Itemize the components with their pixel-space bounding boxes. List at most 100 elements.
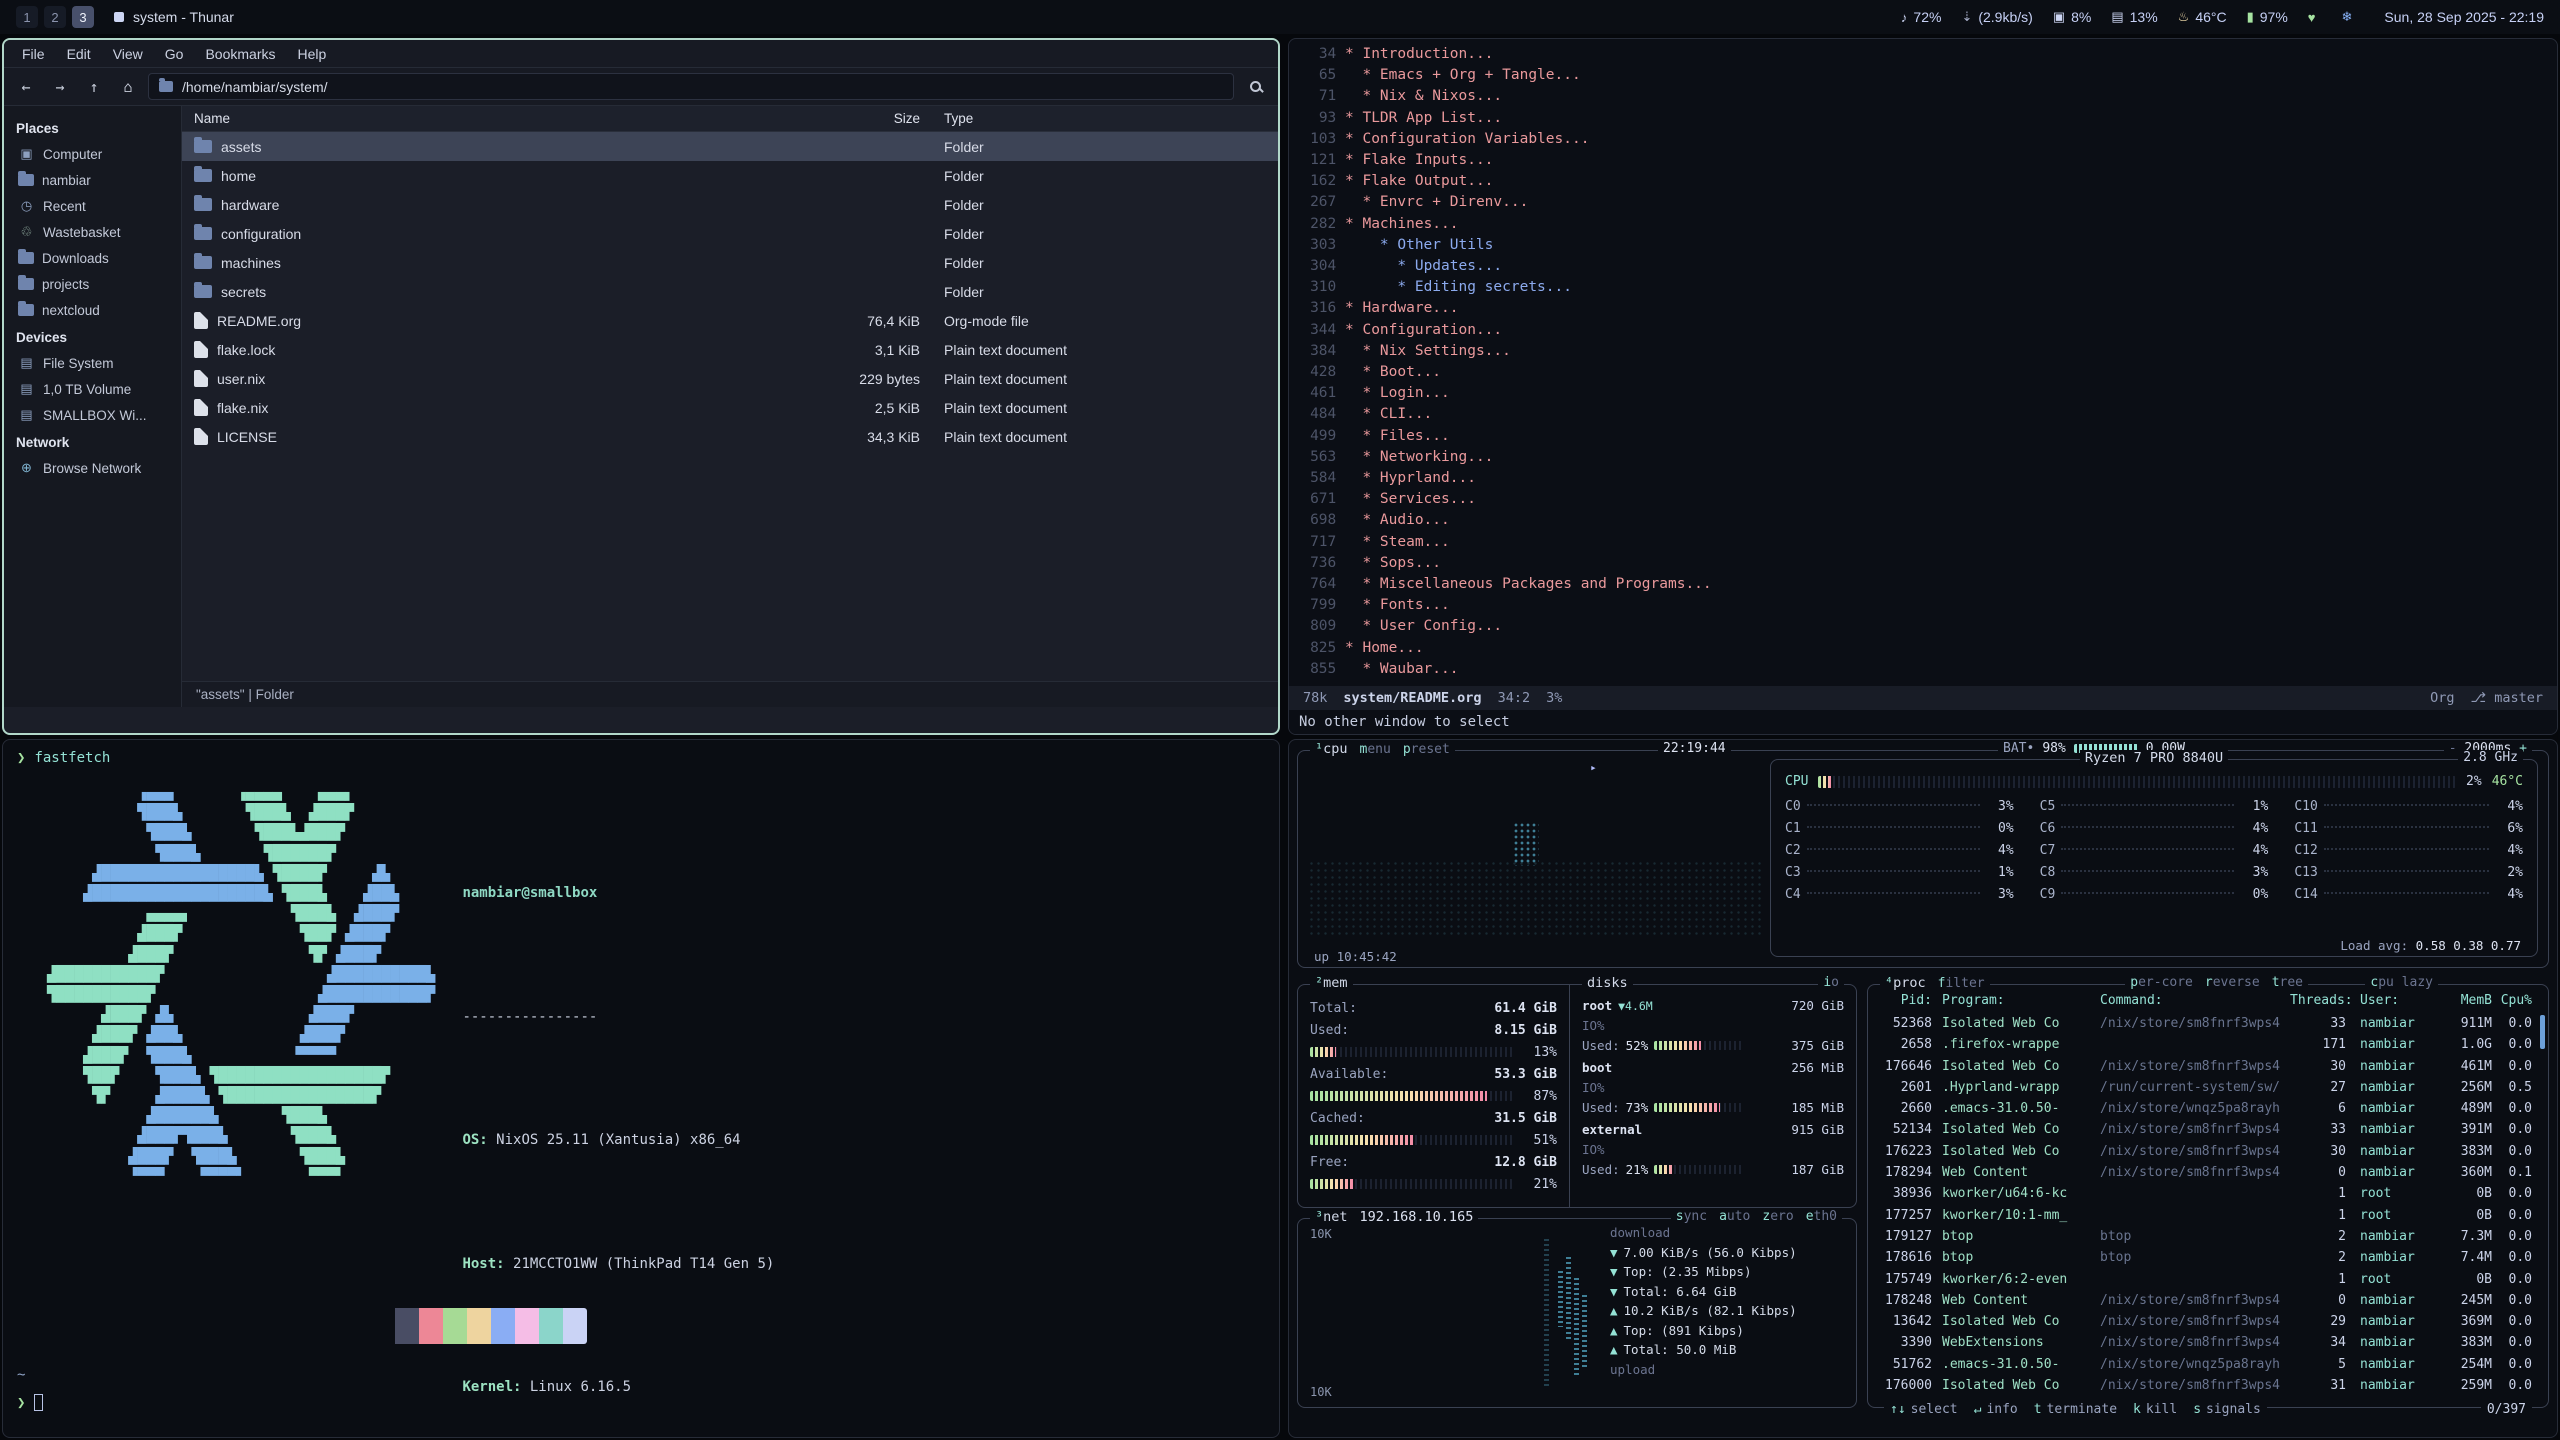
process-row[interactable]: 52134 Isolated Web Co /nix/store/sm8fnrf…	[1878, 1119, 2538, 1140]
line-number: 303	[1297, 235, 1336, 256]
menu-item[interactable]: Help	[288, 43, 337, 65]
sidebar-place-item[interactable]: Wastebasket	[4, 219, 181, 245]
process-row[interactable]: 178294 Web Content /nix/store/sm8fnrf3wp…	[1878, 1162, 2538, 1183]
net-options[interactable]: sync auto zero eth0	[1671, 1209, 1842, 1224]
sidebar-network-item[interactable]: Browse Network	[4, 455, 181, 481]
sidebar-device-item[interactable]: File System	[4, 350, 181, 376]
process-row[interactable]: 51762 .emacs-31.0.50- /nix/store/wnqz5pa…	[1878, 1354, 2538, 1375]
workspace-button[interactable]: 2	[44, 6, 66, 28]
column-size[interactable]: Size	[778, 111, 938, 126]
keybinding[interactable]: tterminate	[2034, 1402, 2117, 1417]
filter-button[interactable]: filter	[1938, 976, 1985, 991]
menu-item[interactable]: File	[12, 43, 55, 65]
process-row[interactable]: 175749 kworker/6:2-even 1 root 0B 0.0	[1878, 1269, 2538, 1290]
process-row[interactable]: 2658 .firefox-wrappe 171 nambiar 1.0G 0.…	[1878, 1034, 2538, 1055]
file-type-icon	[194, 140, 212, 153]
process-row[interactable]: 177257 kworker/10:1-mm_ 1 root 0B 0.0	[1878, 1205, 2538, 1226]
tray-item[interactable]: ▮ 97%	[2247, 9, 2288, 25]
line-number: 698	[1297, 510, 1336, 531]
sidebar-place-item[interactable]: projects	[4, 271, 181, 297]
path-bar[interactable]: /home/nambiar/system/	[148, 73, 1234, 100]
file-size: 34,3 KiB	[778, 429, 938, 445]
file-row[interactable]: configuration Folder	[182, 219, 1278, 248]
menu-item[interactable]: Bookmarks	[195, 43, 285, 65]
process-cpu: 0.0	[2492, 1056, 2538, 1077]
process-row[interactable]: 176223 Isolated Web Co /nix/store/sm8fnr…	[1878, 1141, 2538, 1162]
process-row[interactable]: 176646 Isolated Web Co /nix/store/sm8fnr…	[1878, 1056, 2538, 1077]
line-number: 799	[1297, 595, 1336, 616]
process-row[interactable]: 2660 .emacs-31.0.50- /nix/store/wnqz5pa8…	[1878, 1098, 2538, 1119]
process-row[interactable]: 52368 Isolated Web Co /nix/store/sm8fnrf…	[1878, 1013, 2538, 1034]
keybinding[interactable]: ↑↓select	[1890, 1402, 1958, 1417]
emacs-outline-line: 825 * Home...	[1297, 638, 2549, 659]
sidebar-place-item[interactable]: nambiar	[4, 167, 181, 193]
org-heading: * Flake Inputs...	[1345, 152, 1493, 168]
process-pid: 2601	[1878, 1077, 1942, 1098]
process-row[interactable]: 178616 btop btop 2 nambiar 7.4M 0.0	[1878, 1247, 2538, 1268]
shell-prompt-current[interactable]: ❯	[17, 1394, 43, 1411]
file-row[interactable]: README.org 76,4 KiB Org-mode file	[182, 306, 1278, 335]
menu-item[interactable]: Edit	[57, 43, 101, 65]
process-row[interactable]: 13642 Isolated Web Co /nix/store/sm8fnrf…	[1878, 1311, 2538, 1332]
forward-button[interactable]: →	[46, 74, 74, 100]
file-row[interactable]: assets Folder	[182, 132, 1278, 161]
sidebar-place-item[interactable]: Recent	[4, 193, 181, 219]
proc-options[interactable]: per-core reverse tree	[2125, 975, 2308, 990]
home-button[interactable]: ⌂	[114, 74, 142, 100]
keybinding[interactable]: ssignals	[2193, 1402, 2261, 1417]
tray-item[interactable]: ♪ 72%	[1901, 9, 1942, 25]
terminal-window[interactable]: ❯ fastfetch ▗▄▄▄ ▗▄▄▄▄ ▄▄▄▖ ▜███▙ ▜███▙ …	[2, 739, 1280, 1438]
menu-item[interactable]: View	[103, 43, 153, 65]
sidebar-place-item[interactable]: Downloads	[4, 245, 181, 271]
file-row[interactable]: home Folder	[182, 161, 1278, 190]
process-row[interactable]: 2601 .Hyprland-wrapp /run/current-system…	[1878, 1077, 2538, 1098]
sidebar-place-item[interactable]: Computer	[4, 141, 181, 167]
process-threads: 34	[2290, 1332, 2346, 1353]
keybinding[interactable]: kkill	[2133, 1402, 2177, 1417]
tray-item[interactable]: ▤ 13%	[2111, 9, 2157, 25]
tray-item[interactable]: ⇣ (2.9kb/s)	[1961, 9, 2032, 25]
tray-item[interactable]: Sun, 28 Sep 2025 - 22:19	[2378, 9, 2544, 25]
process-row[interactable]: 178248 Web Content /nix/store/sm8fnrf3wp…	[1878, 1290, 2538, 1311]
search-button[interactable]	[1240, 74, 1270, 100]
process-user: nambiar	[2346, 1119, 2434, 1140]
process-row[interactable]: 176000 Isolated Web Co /nix/store/sm8fnr…	[1878, 1375, 2538, 1396]
tray-item[interactable]: ❄	[2342, 9, 2359, 25]
menu-item[interactable]: Go	[155, 43, 194, 65]
keybinding[interactable]: ↵info	[1974, 1402, 2018, 1417]
file-row[interactable]: LICENSE 34,3 KiB Plain text document	[182, 422, 1278, 451]
file-row[interactable]: flake.lock 3,1 KiB Plain text document	[182, 335, 1278, 364]
disk-size: 720 GiB	[1791, 998, 1844, 1013]
up-button[interactable]: ↑	[80, 74, 108, 100]
file-row[interactable]: secrets Folder	[182, 277, 1278, 306]
tray-item[interactable]: ▣ 8%	[2053, 9, 2092, 25]
sidebar-place-item[interactable]: nextcloud	[4, 297, 181, 323]
workspace-button[interactable]: 3	[72, 6, 94, 28]
process-command: btop	[2100, 1247, 2290, 1268]
tray-item[interactable]: ♥	[2308, 10, 2322, 25]
sidebar-device-item[interactable]: SMALLBOX Wi...	[4, 402, 181, 428]
back-button[interactable]: ←	[12, 74, 40, 100]
file-row[interactable]: user.nix 229 bytes Plain text document	[182, 364, 1278, 393]
column-type[interactable]: Type	[938, 111, 1278, 126]
battery-label: BAT•	[2003, 741, 2034, 756]
core-row: C4 3%	[1785, 887, 2014, 909]
file-row[interactable]: machines Folder	[182, 248, 1278, 277]
process-row[interactable]: 179127 btop btop 2 nambiar 7.3M 0.0	[1878, 1226, 2538, 1247]
sort-selector[interactable]: cpu lazy	[2365, 975, 2438, 990]
process-threads: 30	[2290, 1141, 2346, 1162]
process-scrollbar[interactable]	[2540, 1015, 2545, 1049]
process-row[interactable]: 3390 WebExtensions /nix/store/sm8fnrf3wp…	[1878, 1332, 2538, 1353]
preset-button[interactable]: preset	[1403, 742, 1450, 757]
file-row[interactable]: flake.nix 2,5 KiB Plain text document	[182, 393, 1278, 422]
file-row[interactable]: hardware Folder	[182, 190, 1278, 219]
tray-item[interactable]: ♨ 46°C	[2178, 9, 2227, 25]
sidebar-device-item[interactable]: 1,0 TB Volume	[4, 376, 181, 402]
direction-arrow-icon: ▲	[1610, 1342, 1618, 1357]
process-row[interactable]: 38936 kworker/u64:6-kc 1 root 0B 0.0	[1878, 1183, 2538, 1204]
workspace-button[interactable]: 1	[16, 6, 38, 28]
emacs-buffer[interactable]: 34 * Introduction... 65 * Emacs + Org + …	[1297, 44, 2549, 684]
folder-icon	[159, 81, 173, 92]
column-name[interactable]: Name	[182, 111, 778, 126]
menu-button[interactable]: menu	[1360, 742, 1391, 757]
